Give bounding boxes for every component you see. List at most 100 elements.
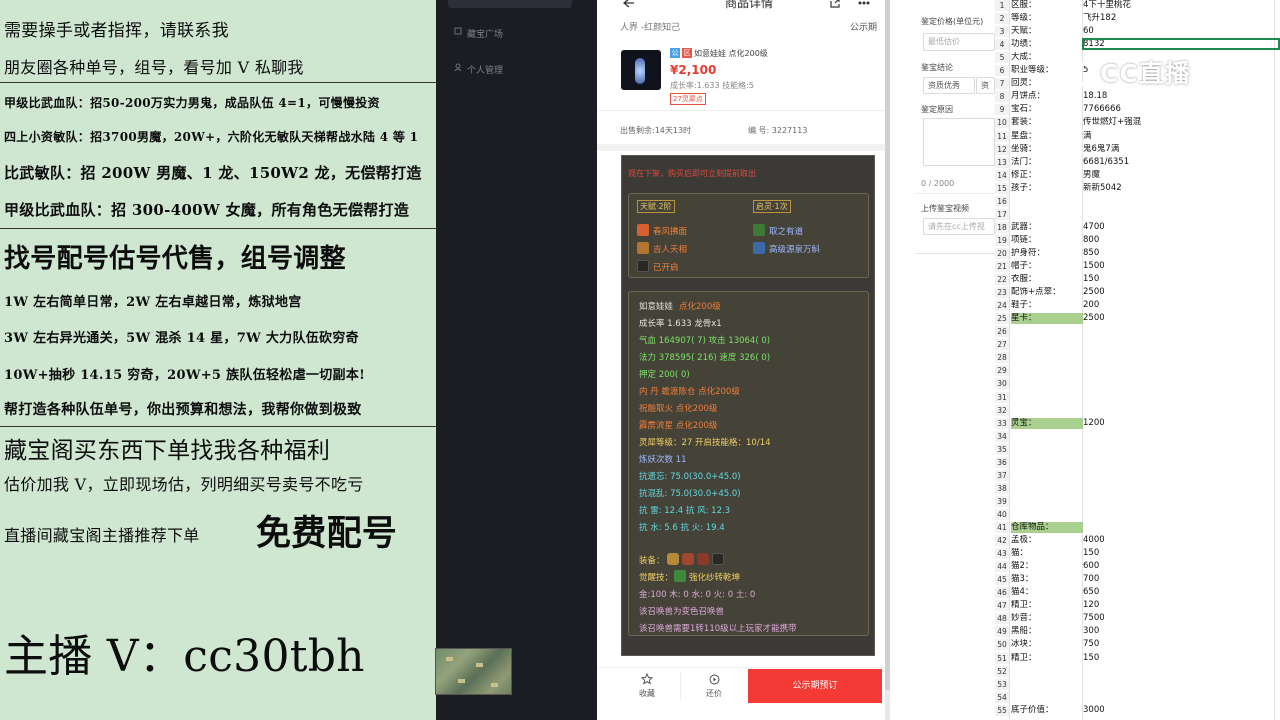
sheet-row[interactable]: 53 bbox=[995, 678, 1280, 690]
cell-label[interactable]: 套装： bbox=[1011, 117, 1083, 128]
cell-label[interactable]: 孟极： bbox=[1011, 535, 1083, 546]
cell-label[interactable]: 星卡： bbox=[1011, 313, 1083, 325]
row-number[interactable]: 48 bbox=[995, 613, 1009, 625]
sheet-row[interactable]: 15 孩子： 新新5042 bbox=[995, 182, 1280, 194]
sheet-row[interactable]: 28 bbox=[995, 352, 1280, 364]
cell-label[interactable]: 等级： bbox=[1011, 13, 1083, 24]
sheet-row[interactable]: 11 星盘：满 bbox=[995, 130, 1280, 142]
cell-label[interactable]: 天赋： bbox=[1011, 26, 1083, 37]
row-number[interactable]: 4 bbox=[995, 39, 1009, 51]
sheet-row[interactable]: 2 等级： 飞升182 bbox=[995, 13, 1280, 25]
sheet-row[interactable]: 16 bbox=[995, 195, 1280, 207]
nav-item-square[interactable]: 藏宝广场 bbox=[467, 27, 503, 40]
price-input[interactable]: 最低估价 bbox=[923, 33, 995, 51]
sheet-row[interactable]: 3 天赋： 60 bbox=[995, 26, 1280, 38]
cell-value[interactable]: 120 bbox=[1083, 600, 1273, 611]
row-number[interactable]: 10 bbox=[995, 117, 1009, 129]
share-icon[interactable] bbox=[829, 0, 841, 8]
back-arrow-icon[interactable] bbox=[623, 0, 635, 8]
cell-value[interactable] bbox=[1083, 444, 1273, 455]
cell-value[interactable] bbox=[1083, 496, 1273, 507]
cell-value[interactable]: 7500 bbox=[1083, 613, 1273, 624]
sheet-row[interactable]: 19 项链： 800 bbox=[995, 234, 1280, 246]
row-number[interactable]: 41 bbox=[995, 522, 1009, 533]
sheet-row[interactable]: 9 宝石： 7766666 bbox=[995, 104, 1280, 116]
row-number[interactable]: 33 bbox=[995, 417, 1009, 429]
cell-label[interactable]: 星盘： bbox=[1011, 131, 1083, 142]
cell-value[interactable] bbox=[1083, 470, 1273, 481]
sheet-row[interactable]: 49 黑船： 300 bbox=[995, 626, 1280, 638]
cell-value[interactable]: 650 bbox=[1083, 587, 1273, 598]
cell-value[interactable]: 60 bbox=[1083, 26, 1273, 37]
selected-cell[interactable] bbox=[1082, 38, 1280, 50]
cell-label[interactable] bbox=[1011, 483, 1083, 494]
cell-value[interactable]: 4000 bbox=[1083, 535, 1273, 546]
nav-item-account[interactable]: 个人管理 bbox=[467, 63, 503, 76]
equip-icon[interactable] bbox=[682, 553, 694, 565]
sheet-row[interactable]: 40 bbox=[995, 508, 1280, 520]
cell-label[interactable]: 宝石： bbox=[1011, 104, 1083, 115]
cell-label[interactable] bbox=[1011, 679, 1083, 690]
sheet-row[interactable]: 8 月饼点： 18.18 bbox=[995, 91, 1280, 103]
row-number[interactable]: 1 bbox=[995, 0, 1009, 11]
cell-value[interactable]: 满 bbox=[1083, 131, 1273, 142]
row-number[interactable]: 54 bbox=[995, 691, 1009, 703]
sheet-row[interactable]: 10 套装： 传世燃灯+强混 bbox=[995, 117, 1280, 129]
row-number[interactable]: 7 bbox=[995, 78, 1009, 90]
sheet-row[interactable]: 12 坐骑： 鬼6鬼7满 bbox=[995, 143, 1280, 155]
row-number[interactable]: 50 bbox=[995, 639, 1009, 651]
cell-value[interactable] bbox=[1083, 522, 1273, 533]
bargain-icon[interactable] bbox=[709, 674, 720, 685]
sheet-row[interactable]: 22 衣服： 150 bbox=[995, 274, 1280, 286]
row-number[interactable]: 16 bbox=[995, 195, 1009, 207]
cell-value[interactable] bbox=[1083, 392, 1273, 403]
cell-value[interactable]: 600 bbox=[1083, 561, 1273, 572]
row-number[interactable]: 25 bbox=[995, 313, 1009, 325]
cell-label[interactable]: 妙音： bbox=[1011, 613, 1083, 624]
row-number[interactable]: 28 bbox=[995, 352, 1009, 364]
row-number[interactable]: 40 bbox=[995, 508, 1009, 520]
cell-label[interactable] bbox=[1011, 692, 1083, 703]
cell-value[interactable] bbox=[1083, 457, 1273, 468]
row-number[interactable]: 21 bbox=[995, 261, 1009, 272]
row-number[interactable]: 23 bbox=[995, 287, 1009, 299]
sheet-row[interactable]: 37 bbox=[995, 469, 1280, 481]
conclusion-option[interactable]: 资质优秀 bbox=[923, 77, 975, 94]
row-number[interactable]: 5 bbox=[995, 52, 1009, 64]
cell-value[interactable] bbox=[1083, 679, 1273, 690]
cell-label[interactable] bbox=[1011, 326, 1083, 337]
upload-input[interactable]: 请先在cc上传视 bbox=[923, 218, 995, 235]
sheet-row[interactable]: 14 修正： 男魔 bbox=[995, 169, 1280, 181]
cell-value[interactable] bbox=[1083, 692, 1273, 703]
sheet-row[interactable]: 25 星卡： 2500 bbox=[995, 313, 1280, 325]
cell-label[interactable] bbox=[1011, 392, 1083, 403]
sheet-row[interactable]: 31 bbox=[995, 391, 1280, 403]
row-number[interactable]: 55 bbox=[995, 704, 1009, 716]
cell-value[interactable]: 750 bbox=[1083, 639, 1273, 650]
row-number[interactable]: 11 bbox=[995, 130, 1009, 142]
cell-value[interactable] bbox=[1083, 666, 1273, 677]
equip-icon[interactable] bbox=[667, 553, 679, 565]
sheet-row[interactable]: 24 鞋子： 200 bbox=[995, 300, 1280, 312]
sheet-row[interactable]: 27 bbox=[995, 339, 1280, 351]
row-number[interactable]: 52 bbox=[995, 665, 1009, 677]
conclusion-option[interactable]: 资 bbox=[976, 77, 995, 94]
cell-label[interactable] bbox=[1011, 378, 1083, 389]
cell-value[interactable] bbox=[1083, 209, 1273, 220]
cell-value[interactable]: 6681/6351 bbox=[1083, 157, 1273, 168]
cell-value[interactable]: 2500 bbox=[1083, 313, 1273, 324]
row-number[interactable]: 22 bbox=[995, 274, 1009, 286]
cell-label[interactable] bbox=[1011, 496, 1083, 507]
row-number[interactable]: 20 bbox=[995, 247, 1009, 259]
cell-label[interactable] bbox=[1011, 339, 1083, 350]
sheet-row[interactable]: 18 武器： 4700 bbox=[995, 221, 1280, 233]
row-number[interactable]: 14 bbox=[995, 169, 1009, 181]
sheet-row[interactable]: 21 帽子： 1500 bbox=[995, 261, 1280, 272]
more-icon[interactable] bbox=[857, 0, 871, 6]
sheet-row[interactable]: 13 法门： 6681/6351 bbox=[995, 156, 1280, 168]
sheet-row[interactable]: 32 bbox=[995, 404, 1280, 416]
sheet-row[interactable]: 36 bbox=[995, 456, 1280, 468]
row-number[interactable]: 3 bbox=[995, 26, 1009, 38]
row-number[interactable]: 31 bbox=[995, 391, 1009, 403]
row-number[interactable]: 26 bbox=[995, 326, 1009, 338]
